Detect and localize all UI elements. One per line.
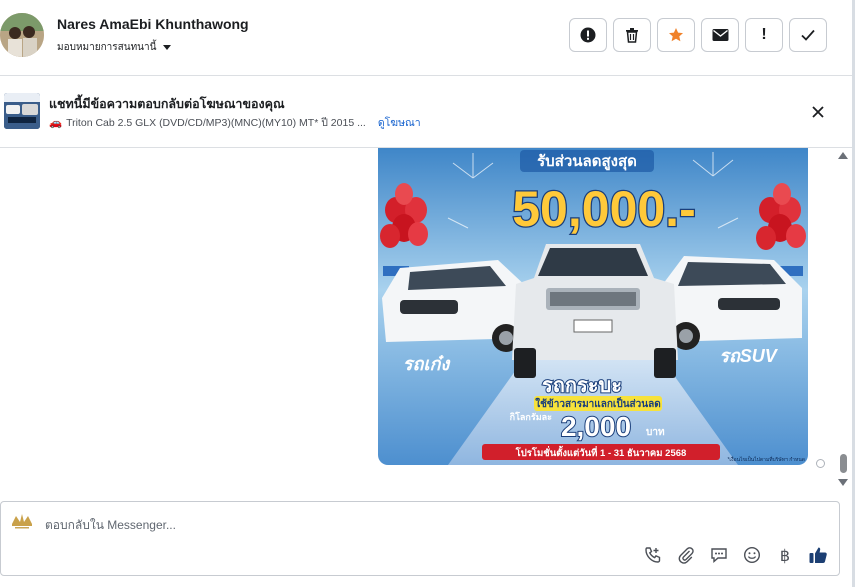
contact-avatar[interactable] — [0, 13, 44, 57]
message-composer[interactable]: ตอบกลับใน Messenger... ฿ — [0, 501, 840, 576]
seen-indicator — [816, 459, 825, 468]
emoji-button[interactable] — [741, 544, 763, 566]
ad-details: 🚗 Triton Cab 2.5 GLX (DVD/CD/MP3)(MNC)(M… — [49, 114, 421, 131]
assign-conversation-dropdown[interactable]: มอบหมายการสนทนานี้ — [57, 40, 172, 55]
paperclip-icon — [678, 547, 694, 564]
phone-add-icon — [645, 547, 661, 563]
car-icon: 🚗 — [49, 117, 63, 129]
ad-per-kg-unit: บาท — [646, 427, 665, 438]
check-icon — [801, 29, 815, 41]
close-icon — [812, 106, 824, 118]
ad-name: Triton Cab 2.5 GLX (DVD/CD/MP3)(MNC)(MY1… — [66, 117, 366, 129]
ad-label-suv: รถSUV — [719, 346, 779, 366]
ad-fine-print: *เงื่อนไขเป็นไปตามที่บริษัทฯ กำหนด — [727, 455, 805, 463]
assign-label: มอบหมายการสนทนานี้ — [57, 42, 157, 53]
view-ad-link[interactable]: ดูโฆษณา — [378, 114, 421, 131]
ad-amount: 50,000.- — [512, 181, 695, 237]
mark-done-button[interactable] — [789, 18, 827, 52]
exclamation-icon: ! — [761, 26, 767, 43]
alert-circle-icon — [580, 27, 596, 43]
ad-thumbnail[interactable] — [4, 93, 40, 129]
chat-bubble-icon — [711, 548, 727, 564]
contact-name[interactable]: Nares AmaEbi Khunthawong — [57, 16, 249, 32]
saved-replies-button[interactable] — [708, 544, 730, 566]
call-button[interactable] — [642, 544, 664, 566]
ad-image-message[interactable]: รับส่วนลดสูงสุด 50,000.- รถเก๋ง รถSUV รถ… — [378, 148, 808, 465]
star-icon — [669, 28, 683, 42]
mark-spam-button[interactable] — [569, 18, 607, 52]
page-logo — [9, 510, 35, 530]
conversation-header: Nares AmaEbi Khunthawong มอบหมายการสนทนา… — [0, 0, 855, 76]
composer-tools: ฿ — [642, 544, 829, 566]
thumbs-up-icon — [809, 547, 827, 563]
ad-promo-period: โปรโมชั่นตั้งแต่วันที่ 1 - 31 ธันวาคม 25… — [515, 445, 687, 459]
attach-button[interactable] — [675, 544, 697, 566]
ad-label-sedan: รถเก๋ง — [403, 354, 452, 374]
header-actions: ! — [569, 18, 827, 52]
scroll-up-arrow[interactable] — [838, 152, 848, 159]
scrollbar-thumb[interactable] — [840, 454, 847, 473]
reply-input[interactable]: ตอบกลับใน Messenger... — [45, 516, 176, 535]
ad-ribbon-text: ใช้ข้าวสารมาแลกเป็นส่วนลด — [535, 396, 660, 410]
like-button[interactable] — [807, 544, 829, 566]
follow-up-button[interactable]: ! — [745, 18, 783, 52]
mark-unread-button[interactable] — [701, 18, 739, 52]
mail-icon — [712, 29, 728, 41]
close-banner-button[interactable] — [810, 104, 826, 120]
ad-reply-banner: แชทนี้มีข้อความตอบกลับต่อโฆษณาของคุณ 🚗 T… — [0, 76, 852, 148]
ad-banner-title: แชทนี้มีข้อความตอบกลับต่อโฆษณาของคุณ — [49, 97, 285, 111]
ad-headline: รับส่วนลดสูงสุด — [537, 153, 637, 171]
emoji-icon — [743, 546, 761, 564]
scroll-down-arrow[interactable] — [838, 479, 848, 486]
caret-down-icon — [163, 45, 172, 50]
star-button[interactable] — [657, 18, 695, 52]
message-thread[interactable]: รับส่วนลดสูงสุด 50,000.- รถเก๋ง รถSUV รถ… — [0, 148, 852, 490]
payment-button[interactable]: ฿ — [774, 544, 796, 566]
ad-label-pickup: รถกระบะ — [542, 375, 622, 397]
trash-icon — [626, 28, 638, 43]
baht-icon: ฿ — [779, 545, 791, 565]
delete-button[interactable] — [613, 18, 651, 52]
ad-per-kg-label: กิโลกรัมละ — [509, 411, 552, 422]
ad-per-kg-value: 2,000 — [561, 411, 631, 442]
